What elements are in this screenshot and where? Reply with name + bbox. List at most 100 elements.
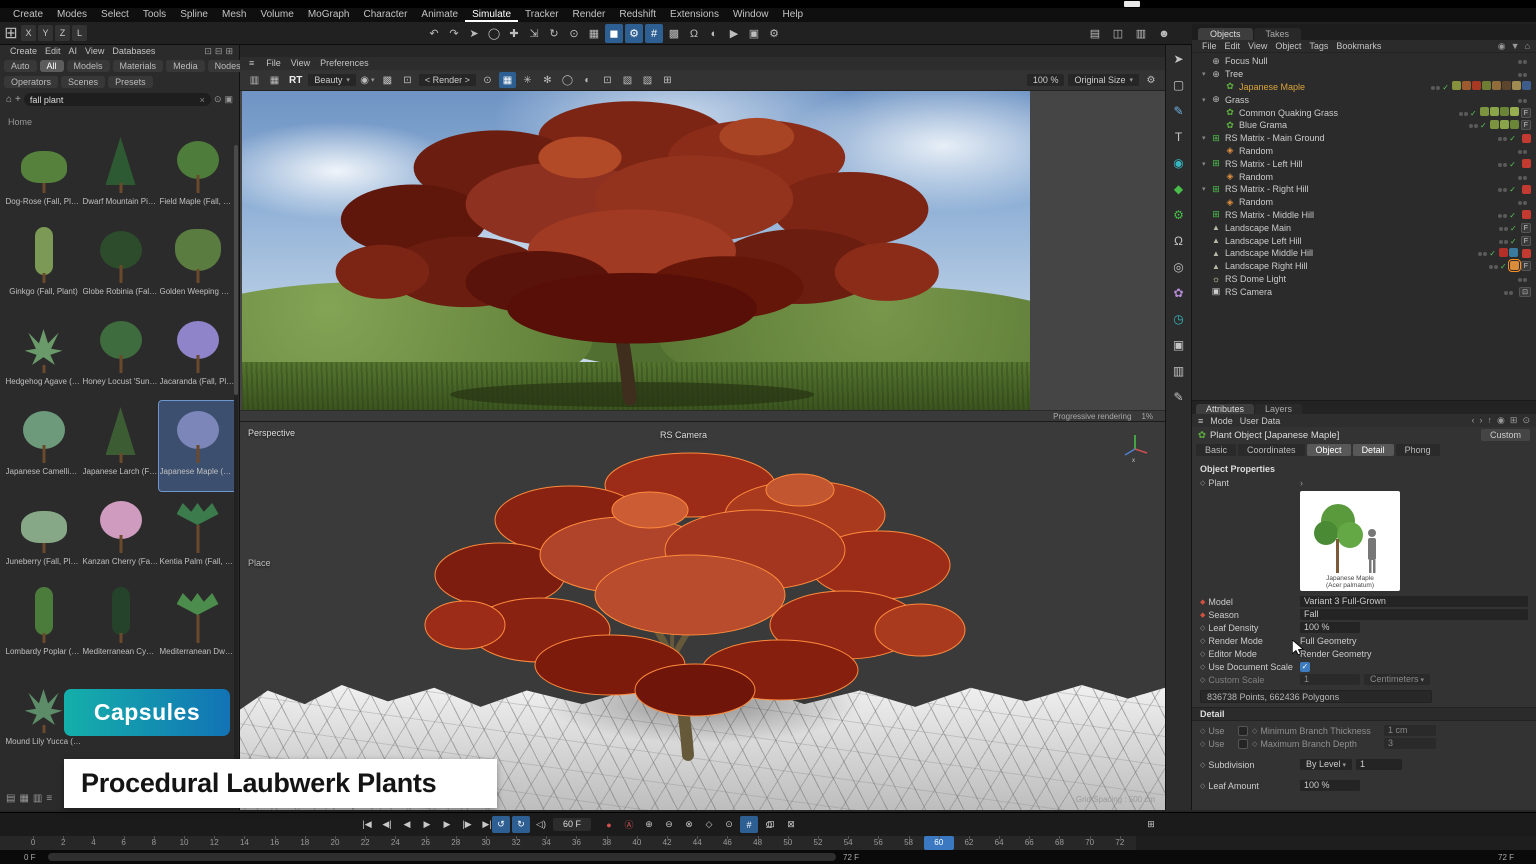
asset-item[interactable]: Mediterranean Dwarf ... <box>159 581 236 671</box>
select-arrow-icon[interactable]: ➤ <box>1169 49 1188 68</box>
asset-item[interactable]: Jacaranda (Fall, Plant) <box>159 311 236 401</box>
lock-icon[interactable]: ⊙ <box>1522 415 1530 426</box>
render-settings-icon[interactable]: ⚙ <box>765 24 783 43</box>
layout-a-icon[interactable]: ▤ <box>1085 24 1105 43</box>
clear-search-icon[interactable]: × <box>200 95 205 105</box>
object-row[interactable]: RS Matrix - Main Ground ✓ <box>1192 132 1536 145</box>
asset-item[interactable]: Japanese Camellia (Fal... <box>5 401 82 491</box>
menu-item[interactable]: Volume <box>253 8 300 22</box>
next-key-icon[interactable]: |▶ <box>458 816 476 833</box>
leaf-amount-field[interactable]: 100 % <box>1300 780 1360 791</box>
current-frame-field[interactable]: 60 F <box>553 818 591 831</box>
section-tab[interactable]: Coordinates <box>1238 444 1305 456</box>
spline-pen-icon[interactable]: ✎ <box>1169 101 1188 120</box>
56[interactable]: 56 <box>863 836 893 850</box>
subdivision-mode-dropdown[interactable]: By Level <box>1300 759 1352 770</box>
object-name[interactable]: Blue Grama <box>1239 120 1287 130</box>
object-row[interactable]: Random <box>1192 145 1536 158</box>
expand-arrow-icon[interactable] <box>1202 70 1210 78</box>
menu-item[interactable]: AI <box>65 45 82 58</box>
8[interactable]: 8 <box>139 836 169 850</box>
up-icon[interactable]: ↑ <box>1488 415 1493 426</box>
layer-b-icon[interactable]: ▨ <box>639 72 656 88</box>
object-row[interactable]: Random <box>1192 196 1536 209</box>
play-icon[interactable]: ▶ <box>418 816 436 833</box>
66[interactable]: 66 <box>1014 836 1044 850</box>
visibility-dots[interactable] <box>1430 82 1440 92</box>
10[interactable]: 10 <box>169 836 199 850</box>
object-row[interactable]: RS Matrix - Right Hill ✓ <box>1192 183 1536 196</box>
generator-icon[interactable]: ⚙ <box>1169 205 1188 224</box>
visibility-dots[interactable] <box>1517 146 1527 156</box>
forward-icon[interactable]: › <box>1480 415 1483 426</box>
54[interactable]: 54 <box>833 836 863 850</box>
attribute-value-field[interactable]: Variant 3 Full-Grown <box>1300 596 1528 607</box>
menu-item[interactable]: Preferences <box>315 57 374 70</box>
2[interactable]: 2 <box>48 836 78 850</box>
object-row[interactable]: RS Camera ⊡ <box>1192 285 1536 298</box>
filter-tab[interactable]: Operators <box>4 76 58 88</box>
visibility-dots[interactable] <box>1477 248 1487 258</box>
search-input[interactable]: fall plant × <box>24 93 211 106</box>
menu-item[interactable]: Tags <box>1305 40 1332 53</box>
menu-item[interactable]: Databases <box>108 45 159 58</box>
zoom-field[interactable]: 100 % <box>1027 74 1065 86</box>
panel-icon[interactable]: ⊞ <box>1510 415 1518 426</box>
move-tool-icon[interactable]: ✚ <box>505 24 523 43</box>
half-res-icon[interactable]: ◐ <box>579 72 596 88</box>
4[interactable]: 4 <box>78 836 108 850</box>
visibility-dots[interactable] <box>1498 223 1508 233</box>
menu-item[interactable]: Window <box>726 8 776 22</box>
deformer-magnet-icon[interactable]: Ω <box>1169 231 1188 250</box>
place-tool-label[interactable]: Place <box>248 558 271 568</box>
asset-item[interactable]: Japanese Larch (Fall, Pl... <box>82 401 159 491</box>
loop-icon[interactable]: ↻ <box>512 816 530 833</box>
asset-item[interactable]: Dog-Rose (Fall, Plant) <box>5 131 82 221</box>
aov-icon[interactable]: ◉ <box>359 72 376 88</box>
record-params-icon[interactable]: ◇ <box>700 816 718 833</box>
lock-icon[interactable]: ⊙ <box>214 94 222 105</box>
grid2-icon[interactable]: ⊞ <box>659 72 676 88</box>
snowflake-icon[interactable]: ✻ <box>539 72 556 88</box>
enable-check[interactable]: ✓ <box>1470 108 1477 118</box>
enable-check[interactable]: ✓ <box>1509 184 1516 194</box>
asset-item[interactable]: Globe Robinia (Fall, Pl... <box>82 221 159 311</box>
44[interactable]: 44 <box>682 836 712 850</box>
menu-item[interactable]: View <box>81 45 108 58</box>
beauty-dropdown[interactable]: Beauty <box>308 74 356 86</box>
axis-lock-button[interactable]: Z <box>55 25 70 41</box>
object-name[interactable]: RS Dome Light <box>1225 274 1286 284</box>
record-position-icon[interactable]: ⊕ <box>640 816 658 833</box>
section-tab[interactable]: Detail <box>1353 444 1394 456</box>
custom-scale-field[interactable]: 1 <box>1300 674 1360 685</box>
ab-compare-icon[interactable]: ▦ <box>499 72 516 88</box>
visibility-dots[interactable] <box>1497 133 1507 143</box>
manager-tab[interactable]: Layers <box>1255 404 1302 414</box>
visibility-dots[interactable] <box>1517 274 1527 284</box>
attribute-value-field[interactable]: 100 % <box>1300 622 1360 633</box>
object-name[interactable]: Japanese Maple <box>1239 82 1305 92</box>
sound-icon[interactable]: ◁) <box>532 816 550 833</box>
enable-check[interactable]: ✓ <box>1480 120 1487 130</box>
tag-badge[interactable]: ⊡ <box>1519 287 1531 297</box>
time-icon[interactable]: ◷ <box>1169 309 1188 328</box>
38[interactable]: 38 <box>592 836 622 850</box>
object-name[interactable]: Landscape Left Hill <box>1225 236 1302 246</box>
asset-item[interactable]: Honey Locust 'Sunbur... <box>82 311 159 401</box>
prev-key-icon[interactable]: ◀| <box>378 816 396 833</box>
object-row[interactable]: Common Quaking Grass ✓ F <box>1192 106 1536 119</box>
view-grid-icon[interactable]: ▦ <box>19 793 28 804</box>
redshift-tag[interactable] <box>1522 210 1531 219</box>
rotate-tool-icon[interactable]: ↻ <box>545 24 563 43</box>
object-row[interactable]: Blue Grama ✓ F <box>1192 119 1536 132</box>
display-icon[interactable]: ▥ <box>1169 361 1188 380</box>
26[interactable]: 26 <box>410 836 440 850</box>
use-checkbox[interactable] <box>1238 726 1248 736</box>
render-nav[interactable]: < Render > <box>419 74 476 86</box>
cube-icon[interactable]: ▣ <box>1169 335 1188 354</box>
object-name[interactable]: Random <box>1239 146 1273 156</box>
material-chips[interactable] <box>1509 261 1519 272</box>
viewport-name-label[interactable]: Perspective <box>248 428 295 438</box>
filter-tab[interactable]: Auto <box>4 60 37 72</box>
62[interactable]: 62 <box>954 836 984 850</box>
